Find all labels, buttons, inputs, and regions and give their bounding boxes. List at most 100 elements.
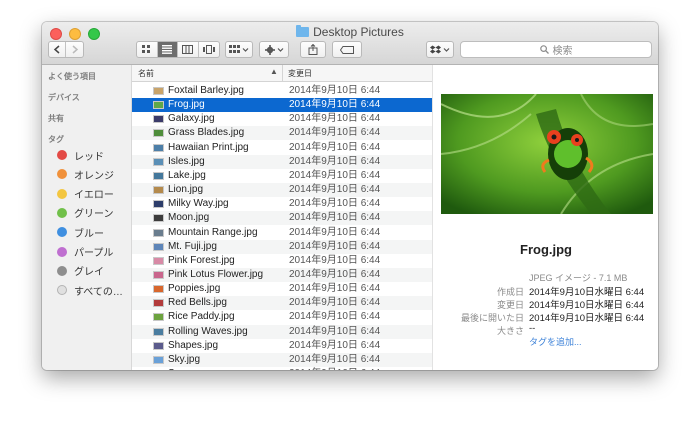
image-file-icon <box>153 115 164 124</box>
sidebar-tag-item[interactable]: ブルー <box>57 225 104 240</box>
tag-color-dot-icon <box>57 207 67 218</box>
image-file-icon <box>153 228 164 237</box>
column-view-button[interactable] <box>178 42 199 57</box>
file-row[interactable]: Poppies.jpg 2014年9月10日 6:44 <box>132 282 432 296</box>
sidebar-tag-label: グリーン <box>74 209 114 221</box>
sidebar-tag-label: レッド <box>74 151 104 163</box>
column-divider[interactable] <box>282 65 283 81</box>
chevron-down-icon <box>277 47 283 52</box>
file-row[interactable]: Galaxy.jpg 2014年9月10日 6:44 <box>132 112 432 126</box>
file-row[interactable]: Foxtail Barley.jpg 2014年9月10日 6:44 <box>132 84 432 98</box>
chevron-down-icon <box>443 47 450 52</box>
file-name: Pink Lotus Flower.jpg <box>168 268 264 280</box>
file-modified-date: 2014年9月10日 6:44 <box>289 85 381 96</box>
file-name: Pink Forest.jpg <box>168 254 235 266</box>
sidebar-tag-item[interactable]: グレイ <box>57 264 104 278</box>
file-modified-date: 2014年9月10日 6:44 <box>289 226 381 238</box>
sidebar-tags-header[interactable]: タグ <box>48 134 64 145</box>
file-row[interactable]: Lion.jpg 2014年9月10日 6:44 <box>132 183 432 198</box>
file-row[interactable]: Hawaiian Print.jpg 2014年9月10日 6:44 <box>132 141 432 155</box>
arrange-button[interactable] <box>225 41 253 58</box>
file-modified-date: 2014年9月10日 6:44 <box>289 155 381 167</box>
share-button[interactable] <box>300 41 326 58</box>
sidebar: よく使う項目 デバイス 共有 タグ レッドオレンジイエローグリーンブルーパープル… <box>42 65 132 370</box>
file-row[interactable]: Milky Way.jpg 2014年9月10日 6:44 <box>132 197 432 211</box>
file-name: Frog.jpg <box>168 99 205 111</box>
sidebar-tag-item[interactable]: グリーン <box>57 206 114 220</box>
file-name: Grass Blades.jpg <box>168 127 245 139</box>
image-file-icon <box>153 313 164 322</box>
date-column-header[interactable]: 変更日 <box>288 68 312 79</box>
view-mode-control <box>136 41 220 58</box>
file-row[interactable]: Grass Blades.jpg 2014年9月10日 6:44 <box>132 126 432 141</box>
image-file-icon <box>153 341 164 350</box>
sidebar-tag-label: イエロー <box>74 190 114 202</box>
edit-tags-button[interactable] <box>332 41 362 58</box>
image-file-icon <box>153 129 164 138</box>
search-icon <box>539 45 549 54</box>
file-row[interactable]: Red Bells.jpg 2014年9月10日 6:44 <box>132 296 432 311</box>
sidebar-shared-header[interactable]: 共有 <box>48 113 64 124</box>
preview-field-value: -- <box>529 323 536 334</box>
file-row[interactable]: Isles.jpg 2014年9月10日 6:44 <box>132 154 432 169</box>
sidebar-favorites-header[interactable]: よく使う項目 <box>48 71 96 82</box>
image-file-icon <box>153 355 164 364</box>
chevron-left-icon <box>53 45 60 54</box>
sidebar-tag-item[interactable]: オレンジ <box>57 167 114 182</box>
file-row[interactable]: Rice Paddy.jpg 2014年9月10日 6:44 <box>132 310 432 324</box>
action-button[interactable] <box>259 41 289 58</box>
sidebar-tag-item[interactable]: レッド <box>57 148 104 163</box>
frog-image <box>441 94 653 214</box>
column-view-icon <box>182 45 194 54</box>
forward-button[interactable] <box>66 42 83 57</box>
dropbox-button[interactable] <box>426 41 454 58</box>
file-name: Lion.jpg <box>168 184 204 196</box>
file-row[interactable]: Lake.jpg 2014年9月10日 6:44 <box>132 169 432 183</box>
finder-window: Desktop Pictures 検索 よく使う項目 デバイス 共有 タグ レッ… <box>42 22 658 370</box>
coverflow-view-button[interactable] <box>199 42 219 57</box>
file-row[interactable]: S... 2014年9月10日 6:44 <box>132 367 432 370</box>
file-row[interactable]: Pink Lotus Flower.jpg 2014年9月10日 6:44 <box>132 267 432 282</box>
sidebar-tag-item[interactable]: イエロー <box>57 187 114 201</box>
list-view-icon <box>162 45 173 54</box>
chevron-down-icon <box>242 47 249 52</box>
window-title: Desktop Pictures <box>42 25 658 39</box>
file-modified-date: 2014年9月10日 6:44 <box>289 169 381 181</box>
add-tags-link[interactable]: タグを追加... <box>529 335 582 348</box>
tag-color-dot-icon <box>57 285 67 296</box>
icon-view-button[interactable] <box>137 42 158 57</box>
preview-field-label: 大きさ <box>496 326 524 336</box>
file-name: Sky.jpg <box>168 353 201 365</box>
file-row[interactable]: Sky.jpg 2014年9月10日 6:44 <box>132 352 432 367</box>
file-row[interactable]: Rolling Waves.jpg 2014年9月10日 6:44 <box>132 324 432 339</box>
file-row[interactable]: Mountain Range.jpg 2014年9月10日 6:44 <box>132 226 432 240</box>
file-row[interactable]: Pink Forest.jpg 2014年9月10日 6:44 <box>132 254 432 268</box>
file-name: Poppies.jpg <box>168 283 221 295</box>
search-field[interactable]: 検索 <box>460 41 652 58</box>
file-name: Foxtail Barley.jpg <box>168 85 244 96</box>
file-name: Isles.jpg <box>168 155 205 167</box>
tag-color-dot-icon <box>57 188 67 199</box>
back-forward-control <box>48 41 84 58</box>
tag-color-dot-icon <box>57 246 67 257</box>
file-row[interactable]: Shapes.jpg 2014年9月10日 6:44 <box>132 339 432 353</box>
coverflow-view-icon <box>202 45 215 54</box>
list-view-button[interactable] <box>157 42 178 57</box>
file-row[interactable]: Frog.jpg 2014年9月10日 6:44 <box>132 98 432 113</box>
share-icon <box>308 44 318 55</box>
arrange-icon <box>229 45 240 53</box>
name-column-header[interactable]: 名前 <box>138 68 154 79</box>
sidebar-tag-label: すべての… <box>74 286 123 298</box>
sidebar-tag-item[interactable]: パープル <box>57 245 113 259</box>
file-modified-date: 2014年9月10日 6:44 <box>289 339 381 351</box>
file-modified-date: 2014年9月10日 6:44 <box>289 254 381 266</box>
preview-kind: JPEG イメージ - 7.1 MB <box>529 273 628 283</box>
image-file-icon <box>153 256 164 265</box>
file-row[interactable]: Moon.jpg 2014年9月10日 6:44 <box>132 211 432 226</box>
back-button[interactable] <box>49 42 67 57</box>
file-list: 名前 ▲ 変更日 Foxtail Barley.jpg 2014年9月10日 6:… <box>132 65 432 370</box>
file-row[interactable]: Mt. Fuji.jpg 2014年9月10日 6:44 <box>132 239 432 254</box>
file-modified-date: 2014年9月10日 6:44 <box>289 99 381 111</box>
sidebar-tag-item[interactable]: すべての… <box>57 283 123 298</box>
sidebar-devices-header[interactable]: デバイス <box>48 92 80 103</box>
